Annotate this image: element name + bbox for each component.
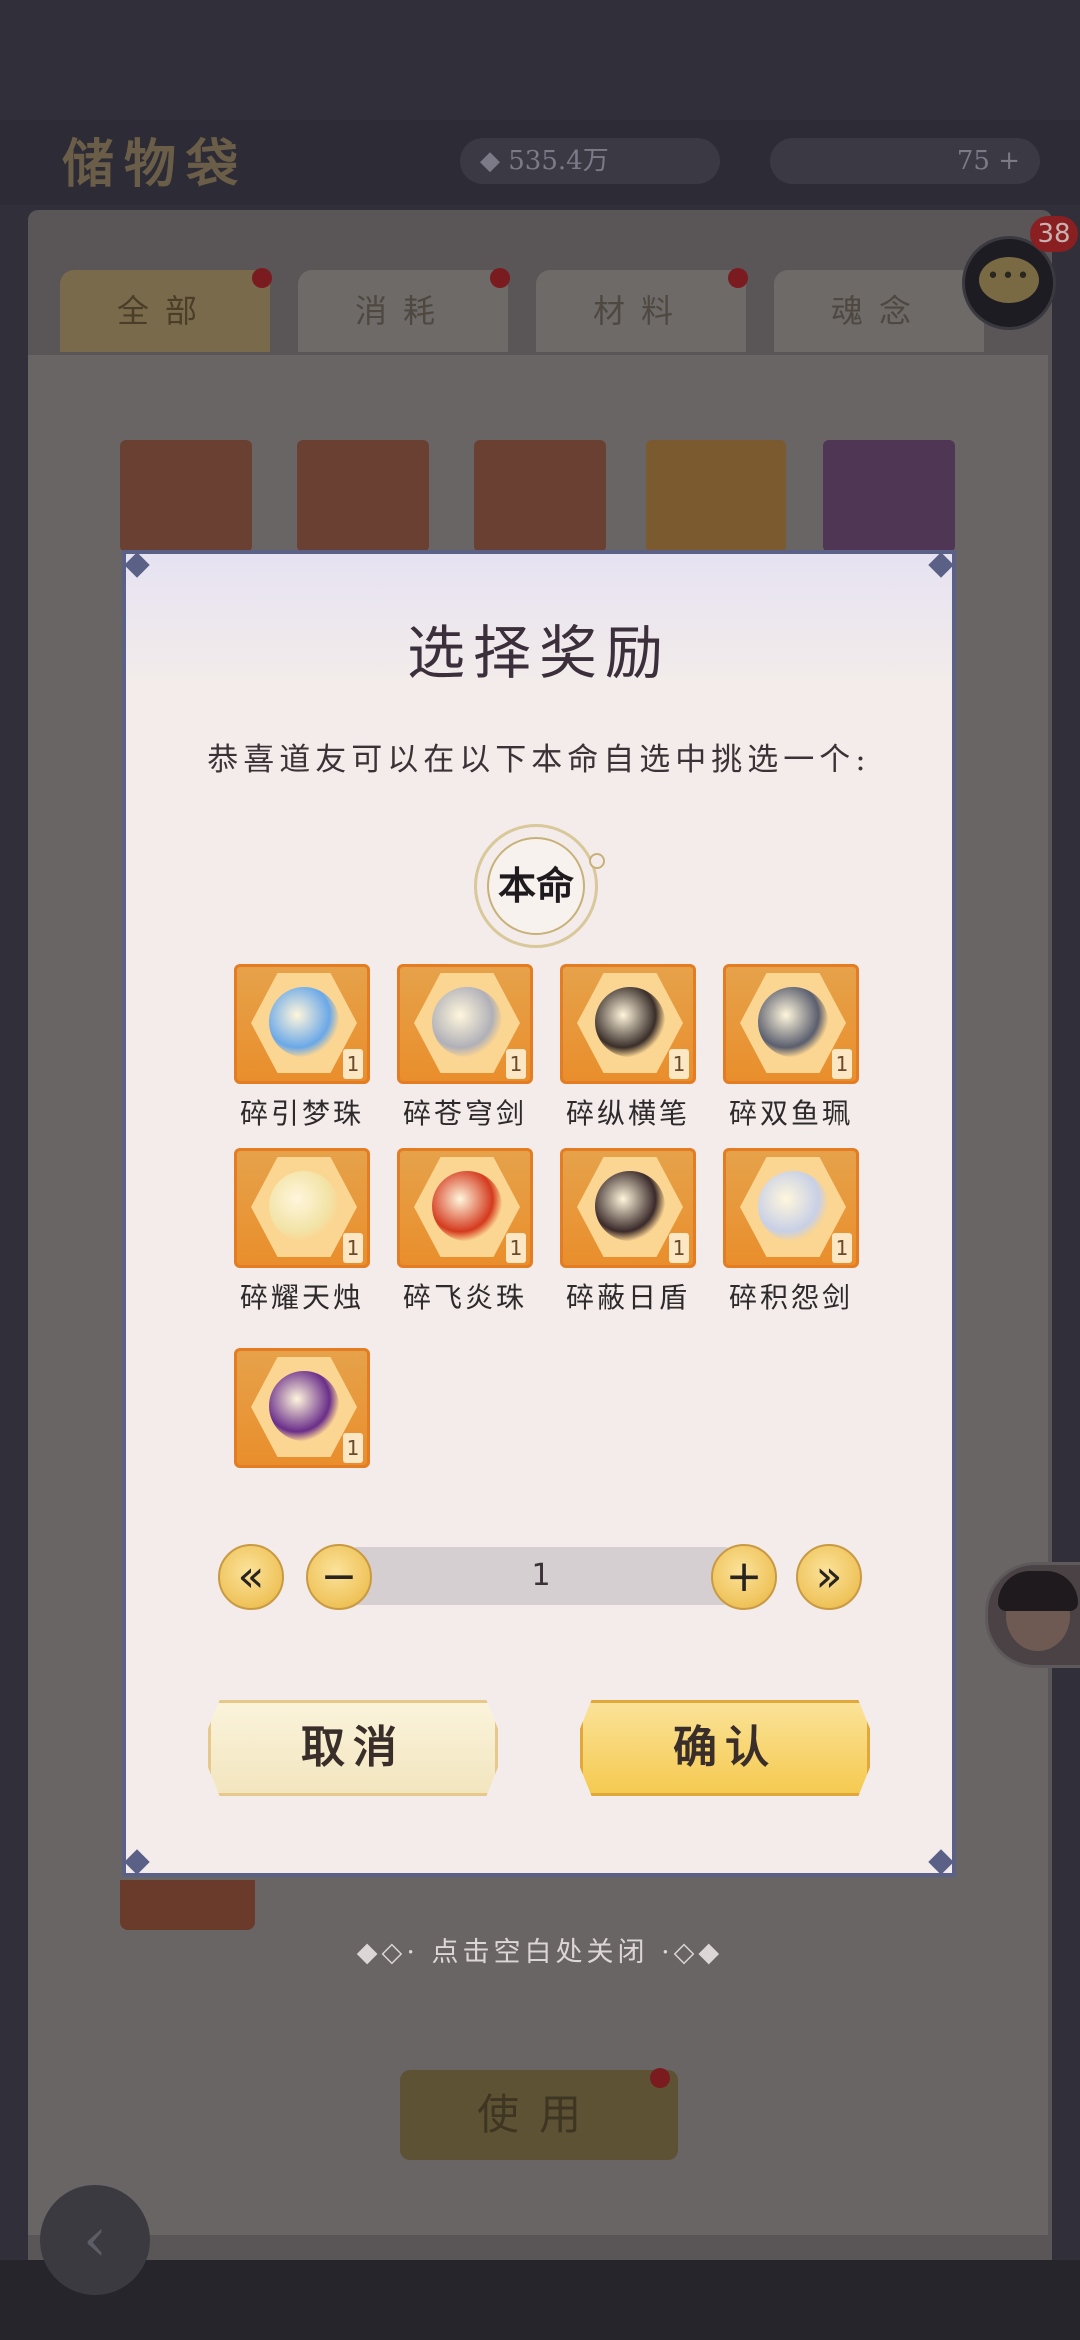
seal-ornament (589, 853, 605, 869)
reward-select-dialog: 选择奖励 恭喜道友可以在以下本命自选中挑选一个: 本命 1 碎引梦珠 1 碎苍穹剑 1 碎… (122, 550, 956, 1877)
item-count: 1 (343, 1433, 363, 1463)
item-count: 1 (832, 1233, 852, 1263)
reward-item-name: 碎飞炎珠 (402, 1281, 527, 1314)
tab-soul[interactable]: 魂念 (774, 270, 984, 352)
currency-value: 535.4万 (508, 146, 609, 176)
reward-item-frame: 1 (723, 964, 859, 1084)
corner-ornament (124, 1849, 150, 1875)
treasure-fragment-icon (432, 1171, 502, 1241)
reward-item[interactable]: 1 碎双鱼珮 (723, 964, 859, 1130)
reward-item[interactable]: 1 碎引梦珠 (234, 964, 370, 1130)
treasure-fragment-icon (595, 1171, 665, 1241)
tab-red-dot (490, 268, 510, 288)
category-seal: 本命 (474, 824, 605, 948)
inventory-item[interactable] (120, 1880, 255, 1930)
cancel-button[interactable]: 取消 (208, 1700, 498, 1796)
plus-icon[interactable]: + (998, 146, 1020, 176)
reward-item[interactable]: 1 碎耀天烛 (234, 1148, 370, 1314)
tab-all[interactable]: 全部 (60, 270, 270, 352)
inventory-item[interactable] (297, 440, 429, 552)
reward-item-frame: 1 (560, 964, 696, 1084)
treasure-fragment-icon (758, 1171, 828, 1241)
reward-item[interactable]: 1 (234, 1348, 370, 1478)
item-count: 1 (832, 1049, 852, 1079)
inventory-item[interactable] (120, 440, 252, 552)
reward-item-name: 碎引梦珠 (239, 1097, 364, 1130)
item-count: 1 (669, 1049, 689, 1079)
reward-item-name: 碎双鱼珮 (728, 1097, 853, 1130)
reward-item[interactable]: 1 碎蔽日盾 (560, 1148, 696, 1314)
max-quantity-button[interactable]: » (796, 1544, 862, 1610)
item-count: 1 (343, 1233, 363, 1263)
back-arrow-icon[interactable]: ‹ (40, 2185, 150, 2295)
seal-label: 本命 (487, 837, 585, 935)
spirit-stone-icon: ◆ (480, 146, 500, 176)
dialog-subtitle: 恭喜道友可以在以下本命自选中挑选一个: (207, 742, 871, 778)
treasure-fragment-icon (269, 987, 339, 1057)
reward-item-frame: 1 (723, 1148, 859, 1268)
reward-item[interactable]: 1 碎飞炎珠 (397, 1148, 533, 1314)
chat-unread-badge: 38 (1030, 216, 1078, 252)
item-count: 1 (343, 1049, 363, 1079)
reward-item-frame: 1 (234, 1348, 370, 1468)
treasure-fragment-icon (432, 987, 502, 1057)
energy-display: 75 + (770, 138, 1040, 184)
companion-avatar[interactable] (985, 1562, 1080, 1668)
reward-item[interactable]: 1 碎纵横笔 (560, 964, 696, 1130)
treasure-fragment-icon (595, 987, 665, 1057)
reward-item-name: 碎积怨剑 (728, 1281, 853, 1314)
reward-item-name: 碎纵横笔 (565, 1097, 690, 1130)
reward-item-frame: 1 (560, 1148, 696, 1268)
use-red-dot (650, 2068, 670, 2088)
corner-ornament (928, 1849, 954, 1875)
increase-button[interactable]: + (711, 1544, 777, 1610)
inventory-item[interactable] (474, 440, 606, 552)
reward-item-name: 碎蔽日盾 (565, 1281, 690, 1314)
close-hint[interactable]: ◆◇· 点击空白处关闭 ·◇◆ (0, 1930, 1080, 1969)
reward-item-name: 碎苍穹剑 (402, 1097, 527, 1130)
tab-red-dot (728, 268, 748, 288)
page-title: 储物袋 (62, 134, 249, 195)
reward-item[interactable]: 1 碎苍穹剑 (397, 964, 533, 1130)
reward-item-frame: 1 (397, 964, 533, 1084)
item-count: 1 (506, 1049, 526, 1079)
reward-item-frame: 1 (234, 964, 370, 1084)
tab-material[interactable]: 材料 (536, 270, 746, 352)
avatar-hair (998, 1571, 1078, 1611)
energy-value: 75 (956, 146, 990, 176)
treasure-fragment-icon (269, 1371, 339, 1441)
treasure-fragment-icon (758, 987, 828, 1057)
min-quantity-button[interactable]: « (218, 1544, 284, 1610)
bottom-bar (0, 2260, 1080, 2340)
treasure-fragment-icon (269, 1171, 339, 1241)
reward-item-frame: 1 (397, 1148, 533, 1268)
currency-display: ◆ 535.4万 (460, 138, 720, 184)
quantity-track: 1 (351, 1547, 731, 1605)
confirm-button[interactable]: 确认 (580, 1700, 870, 1796)
reward-item[interactable]: 1 碎积怨剑 (723, 1148, 859, 1314)
reward-item-frame: 1 (234, 1148, 370, 1268)
quantity-value: 1 (531, 1558, 551, 1593)
decrease-button[interactable]: − (306, 1544, 372, 1610)
dialog-title: 选择奖励 (406, 619, 671, 687)
tab-consumable[interactable]: 消耗 (298, 270, 508, 352)
item-count: 1 (506, 1233, 526, 1263)
use-button[interactable]: 使用 (400, 2070, 678, 2160)
inventory-item[interactable] (823, 440, 955, 552)
reward-item-name: 碎耀天烛 (239, 1281, 364, 1314)
item-count: 1 (669, 1233, 689, 1263)
tab-red-dot (252, 268, 272, 288)
chat-bubble-icon: ••• (979, 257, 1039, 303)
inventory-item[interactable] (646, 440, 786, 552)
